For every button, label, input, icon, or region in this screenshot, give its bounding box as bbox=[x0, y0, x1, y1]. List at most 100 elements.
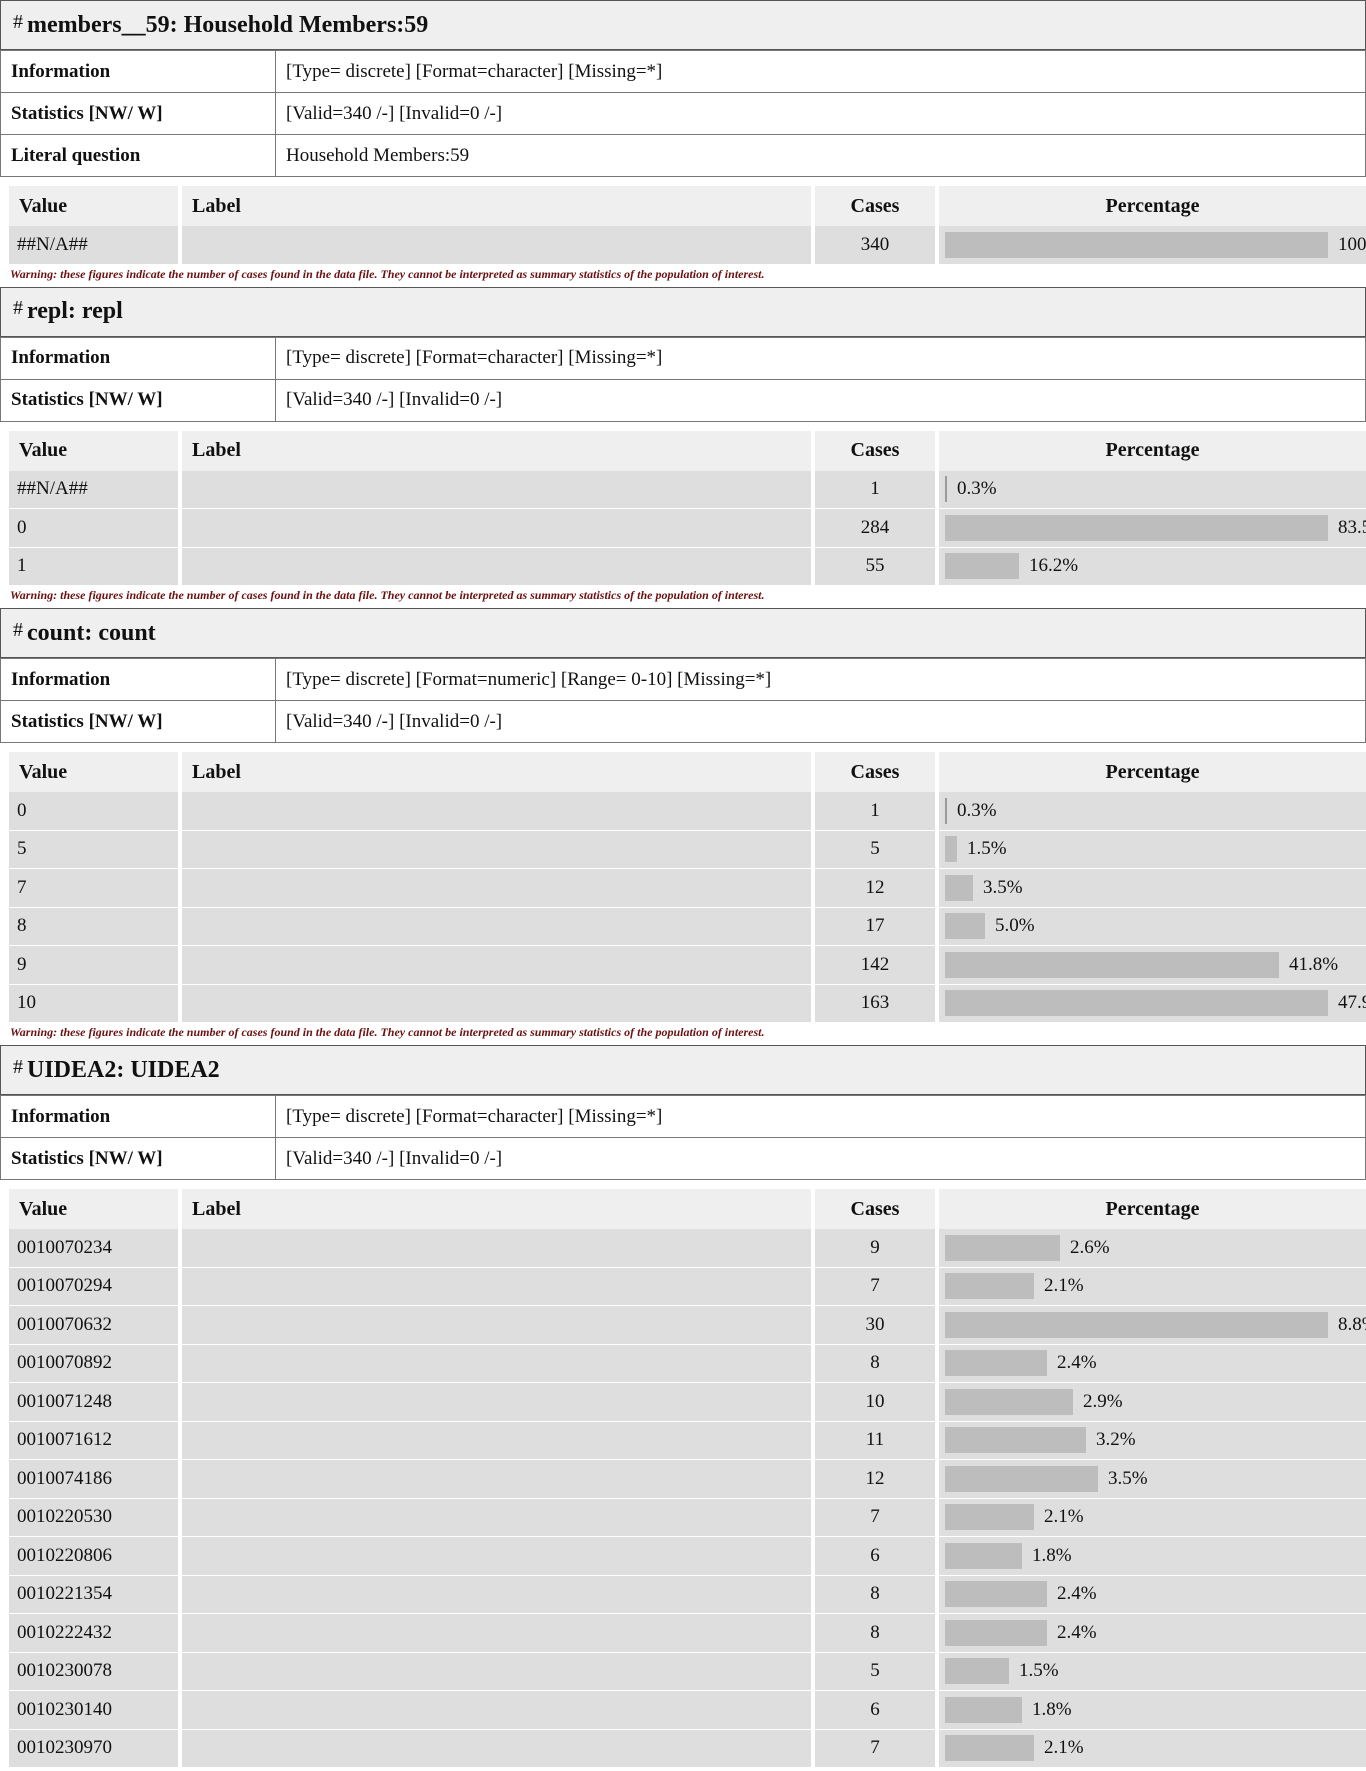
percentage-bar bbox=[945, 1735, 1034, 1762]
column-header-percentage: Percentage bbox=[935, 186, 1366, 226]
cell-cases: 30 bbox=[811, 1306, 935, 1345]
percentage-bar bbox=[945, 1581, 1047, 1608]
hash-icon: # bbox=[13, 10, 23, 33]
hash-icon: # bbox=[13, 1055, 23, 1078]
metadata-key: Information bbox=[0, 1095, 276, 1138]
percentage-bar-wrap: 1.8% bbox=[939, 1537, 1366, 1575]
column-header-label: Label bbox=[178, 186, 811, 226]
percentage-bar bbox=[945, 476, 947, 503]
cell-percentage: 2.6% bbox=[935, 1229, 1366, 1268]
percentage-text: 1.8% bbox=[1032, 1544, 1072, 1566]
variable-section: # members__59: Household Members:59 Inform… bbox=[0, 0, 1366, 287]
cell-label bbox=[178, 1498, 811, 1537]
variable-header: # UIDEA2: UIDEA2 bbox=[0, 1045, 1366, 1095]
table-row: ##N/A## 340 100.0% bbox=[9, 226, 1366, 265]
cell-value: 0 bbox=[9, 509, 178, 548]
cell-percentage: 2.1% bbox=[935, 1729, 1366, 1768]
cell-cases: 10 bbox=[811, 1383, 935, 1422]
metadata-value: [Type= discrete] [Format=character] [Mis… bbox=[275, 50, 1366, 93]
metadata-value: [Type= discrete] [Format=numeric] [Range… bbox=[275, 658, 1366, 701]
statistics-row: Statistics [NW/ W] [Valid=340 /-] [Invali… bbox=[0, 700, 1366, 743]
cell-percentage: 1.5% bbox=[935, 1652, 1366, 1691]
percentage-text: 5.0% bbox=[995, 915, 1035, 937]
column-header-percentage: Percentage bbox=[935, 1189, 1366, 1229]
cell-label bbox=[178, 1614, 811, 1653]
percentage-text: 2.4% bbox=[1057, 1583, 1097, 1605]
cell-value: ##N/A## bbox=[9, 470, 178, 509]
percentage-text: 2.4% bbox=[1057, 1352, 1097, 1374]
metadata-key: Information bbox=[0, 658, 276, 701]
cell-cases: 163 bbox=[811, 984, 935, 1023]
metadata-key: Statistics [NW/ W] bbox=[0, 92, 276, 135]
percentage-text: 1.8% bbox=[1032, 1698, 1072, 1720]
metadata-value: [Valid=340 /-] [Invalid=0 /-] bbox=[275, 92, 1366, 135]
cell-percentage: 100.0% bbox=[935, 226, 1366, 265]
cell-value: 8 bbox=[9, 907, 178, 946]
percentage-text: 2.1% bbox=[1044, 1275, 1084, 1297]
table-row: 7 12 3.5% bbox=[9, 869, 1366, 908]
information-row: Information [Type= discrete] [Format=char… bbox=[0, 1095, 1366, 1138]
variable-title: members__59: Household Members:59 bbox=[27, 11, 429, 38]
hash-icon: # bbox=[13, 618, 23, 641]
frequency-table: ValueLabelCasesPercentage##N/A##340100.0… bbox=[9, 186, 1366, 265]
percentage-bar-wrap: 2.1% bbox=[939, 1499, 1366, 1537]
variable-header: # count: count bbox=[0, 608, 1366, 658]
table-row: 0010230140 6 1.8% bbox=[9, 1691, 1366, 1730]
statistics-row: Statistics [NW/ W] [Valid=340 /-] [Invali… bbox=[0, 1137, 1366, 1180]
cell-label bbox=[178, 1229, 811, 1268]
column-header-percentage: Percentage bbox=[935, 430, 1366, 471]
cell-label bbox=[178, 1537, 811, 1576]
table-row: 0010220806 6 1.8% bbox=[9, 1537, 1366, 1576]
cell-label bbox=[178, 509, 811, 548]
variable-section: # repl: repl Information [Type= discrete] [… bbox=[0, 286, 1366, 609]
percentage-bar-wrap: 3.5% bbox=[939, 1460, 1366, 1498]
cell-value: 7 bbox=[9, 869, 178, 908]
cell-value: 0010221354 bbox=[9, 1575, 178, 1614]
cell-percentage: 1.8% bbox=[935, 1537, 1366, 1576]
cell-percentage: 2.4% bbox=[935, 1344, 1366, 1383]
column-header-label: Label bbox=[178, 752, 811, 792]
percentage-bar-wrap: 0.3% bbox=[939, 471, 1366, 509]
cell-cases: 284 bbox=[811, 509, 935, 548]
percentage-bar-wrap: 83.5% bbox=[939, 509, 1366, 547]
table-row: 0010222432 8 2.4% bbox=[9, 1614, 1366, 1653]
warning-note: Warning: these figures indicate the numb… bbox=[10, 266, 765, 281]
cell-value: 0010070294 bbox=[9, 1267, 178, 1306]
cell-cases: 9 bbox=[811, 1229, 935, 1268]
percentage-bar-wrap: 2.1% bbox=[939, 1730, 1366, 1768]
cell-cases: 6 bbox=[811, 1537, 935, 1576]
warning-note: Warning: these figures indicate the numb… bbox=[10, 1025, 765, 1039]
percentage-text: 0.3% bbox=[957, 799, 997, 821]
metadata-value: Household Members:59 bbox=[275, 134, 1366, 177]
percentage-bar-wrap: 1.8% bbox=[939, 1691, 1366, 1729]
cell-cases: 8 bbox=[811, 1614, 935, 1653]
cell-cases: 8 bbox=[811, 1575, 935, 1614]
column-header-value: Value bbox=[9, 1189, 178, 1229]
percentage-bar bbox=[945, 1504, 1034, 1531]
cell-percentage: 2.1% bbox=[935, 1498, 1366, 1537]
hash-icon: # bbox=[13, 297, 23, 319]
cell-cases: 12 bbox=[811, 869, 935, 908]
percentage-text: 41.8% bbox=[1289, 953, 1339, 975]
cell-label bbox=[178, 1421, 811, 1460]
cell-cases: 17 bbox=[811, 907, 935, 946]
percentage-bar bbox=[945, 1619, 1047, 1646]
column-header-label: Label bbox=[178, 1189, 811, 1229]
cell-cases: 7 bbox=[811, 1267, 935, 1306]
cell-label bbox=[178, 1729, 811, 1768]
cell-cases: 11 bbox=[811, 1421, 935, 1460]
metadata-key: Information bbox=[0, 50, 276, 93]
percentage-bar bbox=[945, 951, 1279, 978]
table-row: 0010070234 9 2.6% bbox=[9, 1229, 1366, 1268]
table-row: 0 284 83.5% bbox=[9, 509, 1366, 548]
cell-label bbox=[178, 830, 811, 869]
percentage-bar bbox=[945, 1273, 1034, 1300]
variable-metadata-table: Information [Type= discrete] [Format=char… bbox=[0, 50, 1366, 177]
percentage-bar-wrap: 3.2% bbox=[939, 1422, 1366, 1460]
table-row: 0010221354 8 2.4% bbox=[9, 1575, 1366, 1614]
cell-percentage: 0.3% bbox=[935, 792, 1366, 831]
variable-title: count: count bbox=[27, 619, 156, 646]
cell-label bbox=[178, 1306, 811, 1345]
metadata-value: [Type= discrete] [Format=character] [Mis… bbox=[275, 1095, 1366, 1138]
frequency-header-row: Value Label Cases Percentage bbox=[9, 430, 1366, 471]
